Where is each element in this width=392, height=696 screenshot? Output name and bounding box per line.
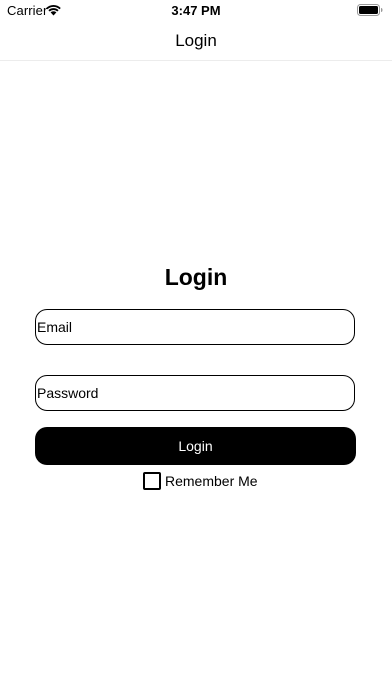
remember-me-label: Remember Me	[165, 473, 258, 489]
battery-icon	[357, 4, 383, 16]
email-input[interactable]	[36, 319, 354, 335]
navigation-bar: Login	[0, 22, 392, 61]
status-bar: Carrier 3:47 PM	[0, 0, 392, 22]
email-field[interactable]	[35, 309, 355, 345]
login-heading: Login	[164, 264, 228, 290]
remember-me-toggle[interactable]: Remember Me	[143, 472, 258, 490]
status-time: 3:47 PM	[171, 3, 221, 18]
nav-title: Login	[175, 31, 217, 50]
login-button[interactable]: Login	[35, 427, 356, 465]
remember-me-checkbox[interactable]	[143, 472, 161, 490]
password-input[interactable]	[36, 385, 354, 401]
password-field[interactable]	[35, 375, 355, 411]
